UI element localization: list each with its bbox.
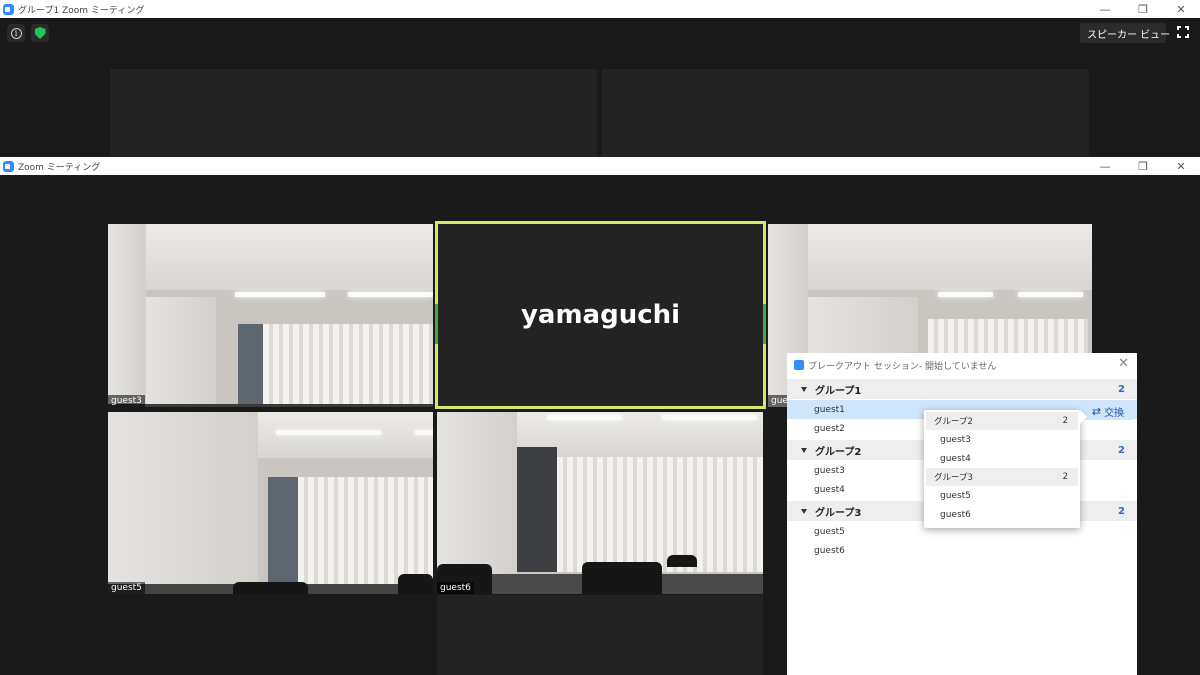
close-button[interactable]: ✕ [1162,157,1200,175]
swap-label: 交換 [1104,407,1125,419]
participant-name: guest3 [108,395,145,407]
swap-button[interactable]: ⇄ 交換 [1083,402,1133,420]
empty-video-tile [437,595,763,675]
maximize-button[interactable]: ❐ [1124,157,1162,175]
swap-arrows-icon: ⇄ [1091,404,1102,418]
camera-feed [108,412,433,594]
group-count: 2 [1118,444,1125,456]
info-icon: i [10,27,22,39]
minimize-button[interactable]: — [1086,0,1124,18]
close-icon[interactable]: ✕ [1118,356,1129,371]
fullscreen-icon[interactable] [1177,26,1189,38]
back-video-tile [602,69,1089,157]
camera-feed [437,412,763,594]
front-window-title: Zoom ミーティング [18,162,101,173]
participant-name: guest6 [814,545,845,556]
breakout-panel-title: ブレークアウト セッション- 開始していません [808,361,997,372]
meeting-info-button[interactable]: i [7,24,25,42]
shield-icon [34,27,46,39]
back-window-title: グループ1 Zoom ミーティング [18,5,145,16]
participant-name: guest5 [108,582,145,594]
participant-name-large: yamaguchi [520,300,681,330]
participant-row-guest6[interactable]: guest6 [787,541,1137,560]
encryption-button[interactable] [31,24,49,42]
group-name: グループ2 [815,446,862,458]
front-window-controls: — ❐ ✕ [1086,157,1200,175]
popup-group-2: グループ2 2 [926,412,1078,430]
participant-name: guest4 [814,484,845,495]
back-window-controls: — ❐ ✕ [1086,0,1200,18]
participant-name: guest1 [814,404,845,415]
collapse-triangle-icon[interactable] [801,386,807,392]
group-name: グループ2 [934,417,973,427]
group-name: グループ1 [815,385,862,397]
speaker-view-label: スピーカー ビュー [1087,29,1171,41]
participant-name: guest5 [814,526,845,537]
group-count: 2 [1062,416,1068,426]
participant-name: guest2 [814,423,845,434]
back-video-tile [110,69,597,157]
group-count: 2 [1118,383,1125,395]
participant-name: guest3 [814,465,845,476]
group-name: グループ3 [815,507,862,519]
back-meeting-window: グループ1 Zoom ミーティング — ❐ ✕ i スピーカー ビュー [0,0,1200,157]
zoom-logo-icon [3,160,14,172]
collapse-triangle-icon[interactable] [801,508,807,514]
popup-participant-guest3[interactable]: guest3 [940,435,971,445]
group-count: 2 [1062,472,1068,482]
zoom-logo-icon [3,3,14,15]
video-tile-yamaguchi[interactable]: yamaguchi [435,221,766,409]
front-window-titlebar: Zoom ミーティング — ❐ ✕ [0,157,1200,175]
maximize-button[interactable]: ❐ [1124,0,1162,18]
speaker-view-button[interactable]: スピーカー ビュー [1080,23,1170,43]
swap-target-popup: グループ2 2 guest3 guest4 グループ3 2 guest5 gue… [924,410,1087,528]
minimize-button[interactable]: — [1086,157,1124,175]
popup-participant-guest4[interactable]: guest4 [940,454,971,464]
group-name: グループ3 [934,473,973,483]
video-tile-guest3[interactable]: guest3 [108,224,433,407]
collapse-triangle-icon[interactable] [801,447,807,453]
video-tile-guest5[interactable]: guest5 [108,412,433,594]
camera-feed [108,224,433,407]
close-button[interactable]: ✕ [1162,0,1200,18]
popup-group-3: グループ3 2 [926,468,1078,486]
video-tile-guest6[interactable]: guest6 [437,412,763,594]
zoom-logo-icon [794,360,804,370]
breakout-panel-header: ブレークアウト セッション- 開始していません ✕ [787,353,1137,377]
back-window-titlebar: グループ1 Zoom ミーティング — ❐ ✕ [0,0,1200,18]
group-count: 2 [1118,505,1125,517]
popup-participant-guest6[interactable]: guest6 [940,510,971,520]
participant-name: guest6 [437,582,474,594]
popup-participant-guest5[interactable]: guest5 [940,491,971,501]
breakout-group-1[interactable]: グループ1 2 [787,379,1137,399]
